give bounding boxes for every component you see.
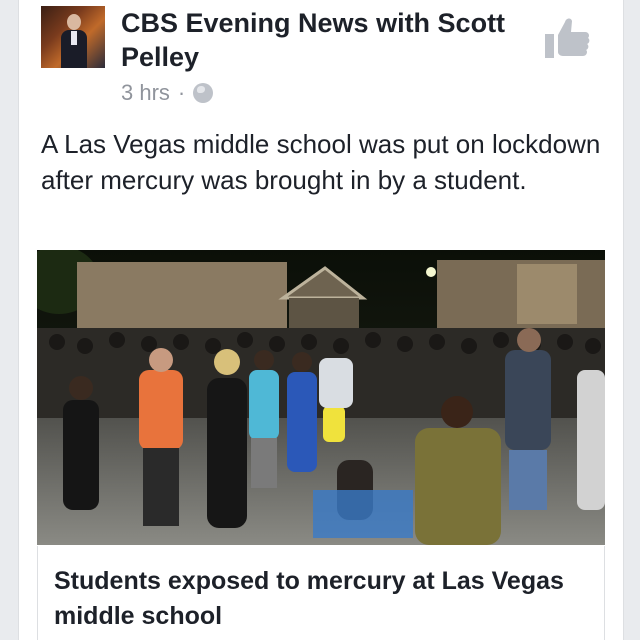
meta-separator: · <box>177 80 186 105</box>
anchor-figure <box>61 14 87 68</box>
thumbs-up-icon[interactable] <box>543 14 591 62</box>
globe-icon <box>193 83 214 103</box>
post-meta: 3 hrs · <box>121 80 214 106</box>
page-avatar[interactable] <box>41 6 105 68</box>
timestamp[interactable]: 3 hrs <box>121 80 170 106</box>
link-preview-title[interactable]: Students exposed to mercury at Las Vegas… <box>37 546 605 640</box>
post-text: A Las Vegas middle school was put on loc… <box>41 129 601 195</box>
news-photo[interactable] <box>37 250 605 545</box>
page-name-link[interactable]: CBS Evening News with Scott Pelley <box>121 6 541 74</box>
post-card: CBS Evening News with Scott Pelley 3 hrs… <box>18 0 624 640</box>
